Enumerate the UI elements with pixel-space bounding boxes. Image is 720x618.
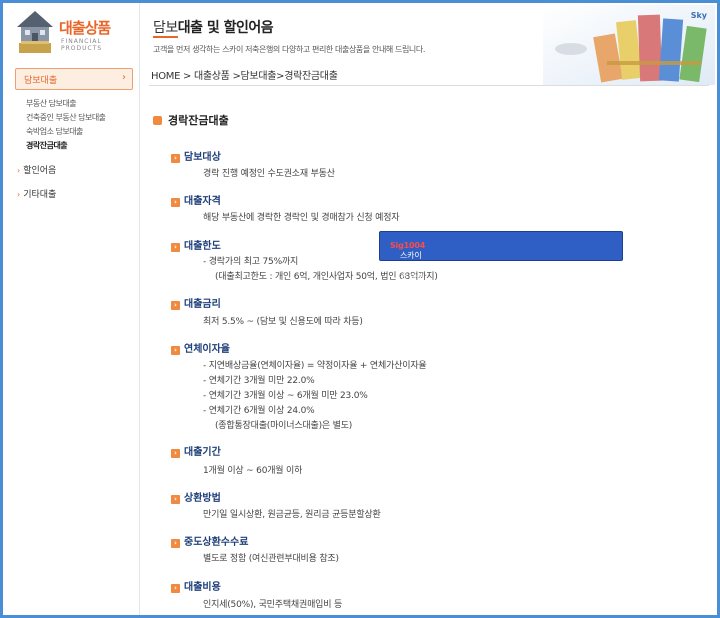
item-text: - 연체기간 6개월 이상 24.0% (203, 406, 315, 416)
arrow-bullet-icon: › (171, 346, 180, 355)
item-text: 만기일 일시상환, 원금균등, 원리금 균등분할상환 (203, 510, 381, 520)
sidebar-subitem[interactable]: 건축중인 부동산 담보대출 (26, 112, 106, 123)
header-banner-image: Sky (543, 5, 715, 85)
logo-sub-line1: FINANCIAL (61, 38, 102, 45)
page-title-rest: 대출 및 할인어음 (177, 20, 274, 36)
sidebar-subitem[interactable]: 부동산 담보대출 (26, 98, 77, 109)
item-heading-eligibility: › 대출자격 (171, 192, 221, 207)
promo-banner[interactable]: 스카이저축은행 대출상품 정보 확인하자! Sig1004 (379, 231, 623, 315)
item-text: 인지세(50%), 국민주택채권매입비 등 (203, 600, 343, 610)
arrow-right-icon: › (17, 166, 21, 175)
house-icon (17, 11, 53, 53)
item-text: 해당 부동산에 경락한 경락인 및 경매참가 신청 예정자 (203, 213, 400, 223)
page-title: 담보대출 및 할인어음 (153, 17, 274, 38)
logo-sub-line2: PRODUCTS (61, 45, 103, 52)
item-heading-interest-rate: › 대출금리 (171, 295, 221, 310)
item-text: - 지연배상금율(연체이자율) = 약정이자율 + 연체가산이자율 (203, 361, 427, 371)
logo[interactable]: 대출상품 FINANCIAL PRODUCTS (13, 9, 133, 57)
page-title-first: 담보 (153, 20, 178, 38)
money-rolls-illustration (543, 5, 715, 85)
item-text: 별도로 정함 (여신관련부대비용 참조) (203, 554, 339, 564)
arrow-right-icon: › (17, 190, 21, 199)
arrow-bullet-icon: › (171, 154, 180, 163)
logo-title: 대출상품 (59, 19, 111, 37)
arrow-bullet-icon: › (171, 584, 180, 593)
item-text: - 연체기간 3개월 이상 ~ 6개월 미만 23.0% (203, 391, 368, 401)
item-text: - 연체기간 3개월 미만 22.0% (203, 376, 315, 386)
arrow-bullet-icon: › (171, 301, 180, 310)
section-bullet-icon (153, 116, 162, 125)
item-text: 최저 5.5% ~ (담보 및 신용도에 따라 차등) (203, 317, 363, 327)
item-heading-collateral-target: › 담보대상 (171, 148, 221, 163)
item-heading-loan-period: › 대출기간 (171, 443, 221, 458)
arrow-bullet-icon: › (171, 198, 180, 207)
breadcrumb[interactable]: HOME > 대출상품 >담보대출>경락잔금대출 (151, 67, 338, 82)
sidebar: 대출상품 FINANCIAL PRODUCTS 담보대출 › 부동산 담보대출 … (3, 3, 139, 615)
sidebar-item-collateral-loan[interactable]: 담보대출 › (15, 68, 133, 90)
page-frame: 대출상품 FINANCIAL PRODUCTS 담보대출 › 부동산 담보대출 … (3, 3, 717, 615)
sidebar-item-label: 기타대출 (23, 190, 57, 200)
item-heading-prepayment-fee: › 중도상환수수료 (171, 533, 248, 548)
item-heading-repayment: › 상환방법 (171, 489, 221, 504)
item-text: (종합통장대출(마이너스대출)은 별도) (215, 421, 353, 431)
item-heading-overdue-rate: › 연체이자율 (171, 340, 230, 355)
sidebar-item-discount-bill[interactable]: › 할인어음 (17, 163, 56, 176)
sidebar-item-label: 할인어음 (23, 166, 57, 176)
header-divider (149, 85, 709, 86)
logo-subtitle: FINANCIAL PRODUCTS (61, 38, 102, 52)
arrow-bullet-icon: › (171, 243, 180, 252)
sidebar-item-label: 담보대출 (24, 76, 58, 86)
promo-highlight: Sig1004 (390, 241, 426, 250)
arrow-bullet-icon: › (171, 449, 180, 458)
promo-text: 스카이저축은행 대출상품 정보 확인하자! Sig1004 (390, 241, 426, 315)
sidebar-divider (139, 3, 140, 615)
page-description: 고객을 먼저 생각하는 스카이 저축은행의 다양하고 편리한 대출상품을 안내해… (153, 45, 425, 54)
item-heading-loan-cost: › 대출비용 (171, 578, 221, 593)
item-text: 1개월 이상 ~ 60개월 이하 (203, 466, 303, 476)
item-heading-limit: › 대출한도 (171, 237, 221, 252)
section-title: 경락잔금대출 (153, 112, 229, 128)
chevron-right-icon: › (122, 72, 126, 83)
arrow-bullet-icon: › (171, 539, 180, 548)
sidebar-subitem[interactable]: 숙박업소 담보대출 (26, 126, 83, 137)
arrow-bullet-icon: › (171, 495, 180, 504)
sidebar-subitem-active[interactable]: 경락잔금대출 (26, 140, 68, 151)
banner-label: Sky (690, 11, 707, 20)
item-text: - 경락가의 최고 75%까지 (203, 257, 299, 267)
sidebar-item-other-loan[interactable]: › 기타대출 (17, 187, 56, 200)
section-title-text: 경락잔금대출 (168, 114, 229, 127)
item-text: 경락 진행 예정인 수도권소재 부동산 (203, 169, 335, 179)
